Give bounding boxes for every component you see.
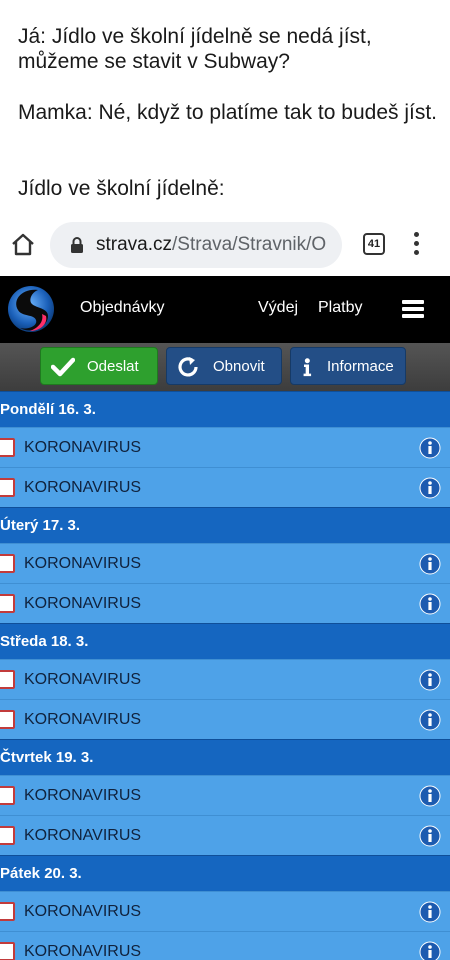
nav-payments[interactable]: Platby [318,299,362,317]
order-checkbox[interactable] [0,710,15,729]
day-header-friday: Pátek 20. 3. [0,855,450,891]
info-button[interactable]: Informace [290,347,406,385]
order-checkbox[interactable] [0,942,15,960]
send-button-label: Odeslat [87,358,139,375]
url-text: strava.cz/Strava/Stravnik/O [96,234,326,256]
info-icon[interactable] [419,825,441,847]
checkmark-icon [51,357,75,377]
meal-label: KORONAVIRUS [24,711,142,728]
info-icon[interactable] [419,669,441,691]
address-bar[interactable]: strava.cz/Strava/Stravnik/O [50,222,342,268]
order-checkbox[interactable] [0,594,15,613]
tabs-count-button[interactable]: 41 [363,233,385,255]
list-item: KORONAVIRUS [0,699,450,739]
hamburger-menu-icon[interactable] [402,300,424,318]
action-toolbar: Odeslat Obnovit Informace [0,343,450,391]
list-item: KORONAVIRUS [0,815,450,855]
app-header: Objednávky Výdej Platby [0,276,450,343]
refresh-button[interactable]: Obnovit [166,347,282,385]
order-checkbox[interactable] [0,902,15,921]
list-item: KORONAVIRUS [0,427,450,467]
meal-label: KORONAVIRUS [24,555,142,572]
caption-line-1: Já: Jídlo ve školní jídelně se nedá jíst… [18,25,372,73]
order-checkbox[interactable] [0,670,15,689]
info-button-label: Informace [327,358,394,375]
list-item: KORONAVIRUS [0,467,450,507]
refresh-icon [178,357,198,377]
menu-list: Pondělí 16. 3. KORONAVIRUS KORONAVIRUS Ú… [0,391,450,960]
info-icon[interactable] [419,709,441,731]
order-checkbox[interactable] [0,478,15,497]
lock-icon [71,237,83,253]
list-item: KORONAVIRUS [0,775,450,815]
info-icon[interactable] [419,477,441,499]
url-path: /Strava/Stravnik/O [172,234,327,255]
info-icon[interactable] [419,785,441,807]
meal-label: KORONAVIRUS [24,943,142,960]
info-icon[interactable] [419,553,441,575]
info-icon[interactable] [419,593,441,615]
home-icon[interactable] [10,232,36,258]
info-icon[interactable] [419,437,441,459]
caption-line-3: Jídlo ve školní jídelně: [18,177,225,200]
order-checkbox[interactable] [0,786,15,805]
refresh-button-label: Obnovit [213,358,265,375]
day-header-thursday: Čtvrtek 19. 3. [0,739,450,775]
list-item: KORONAVIRUS [0,931,450,960]
url-domain: strava.cz [96,234,173,255]
nav-orders[interactable]: Objednávky [80,299,165,317]
meal-label: KORONAVIRUS [24,595,142,612]
kebab-menu-icon[interactable] [414,232,420,258]
meal-label: KORONAVIRUS [24,439,142,456]
list-item: KORONAVIRUS [0,659,450,699]
day-header-monday: Pondělí 16. 3. [0,391,450,427]
list-item: KORONAVIRUS [0,583,450,623]
list-item: KORONAVIRUS [0,543,450,583]
order-checkbox[interactable] [0,438,15,457]
meal-label: KORONAVIRUS [24,671,142,688]
order-checkbox[interactable] [0,826,15,845]
day-header-wednesday: Středa 18. 3. [0,623,450,659]
info-icon[interactable] [419,901,441,923]
logo[interactable] [4,282,58,336]
list-item: KORONAVIRUS [0,891,450,931]
send-button[interactable]: Odeslat [40,347,158,385]
info-icon[interactable] [419,941,441,960]
meal-label: KORONAVIRUS [24,479,142,496]
meal-label: KORONAVIRUS [24,903,142,920]
meal-label: KORONAVIRUS [24,787,142,804]
info-glyph-icon [303,358,312,377]
caption-line-2: Mamka: Né, když to platíme tak to budeš … [18,101,438,124]
browser-toolbar: strava.cz/Strava/Stravnik/O 41 [0,218,450,272]
meal-label: KORONAVIRUS [24,827,142,844]
order-checkbox[interactable] [0,554,15,573]
day-header-tuesday: Úterý 17. 3. [0,507,450,543]
nav-dispense[interactable]: Výdej [258,299,298,317]
